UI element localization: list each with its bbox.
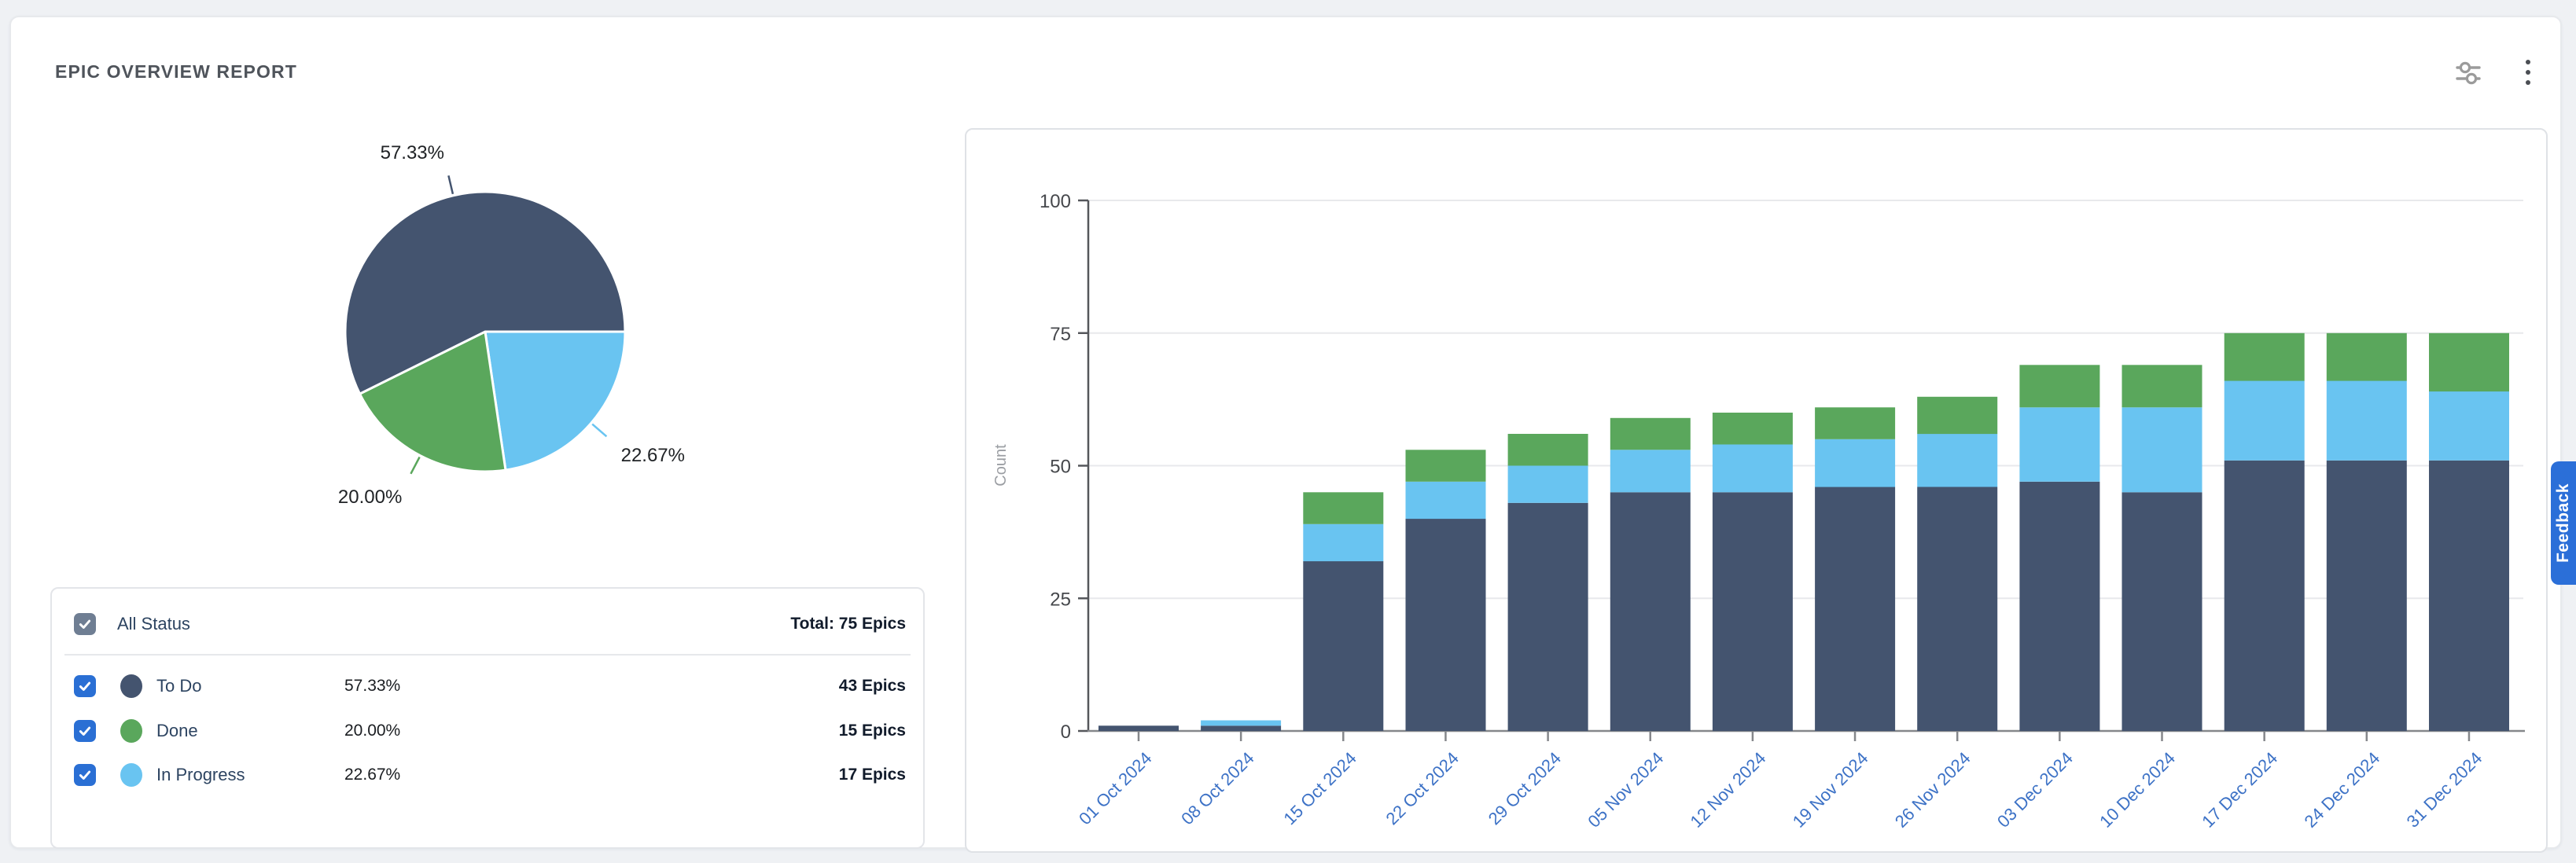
bar-segment[interactable] (2429, 391, 2509, 461)
pie-percent-label: 20.00% (338, 487, 402, 508)
x-tick-label: 29 Oct 2024 (1485, 748, 1565, 828)
y-tick-label: 75 (1050, 324, 1071, 345)
bar-segment[interactable] (1201, 725, 1281, 731)
y-axis-title: Count (992, 444, 1010, 487)
y-tick-label: 100 (1040, 191, 1071, 212)
x-tick-label: 26 Nov 2024 (1891, 748, 1974, 832)
in-progress-count: 17 Epics (839, 766, 906, 784)
bar-segment[interactable] (1917, 434, 1997, 487)
x-tick-label: 12 Nov 2024 (1687, 748, 1770, 832)
pie-slice[interactable] (485, 332, 625, 470)
x-tick-label: 01 Oct 2024 (1075, 748, 1155, 828)
bar-segment[interactable] (1610, 492, 1691, 731)
x-tick-label: 15 Oct 2024 (1279, 748, 1360, 828)
bar-segment[interactable] (1610, 450, 1691, 492)
bar-segment[interactable] (1303, 524, 1383, 561)
bar-segment[interactable] (1610, 418, 1691, 450)
bar-segment[interactable] (1713, 413, 1793, 445)
to-do-count: 43 Epics (839, 677, 906, 696)
total-epics-label: Total: 75 Epics (790, 615, 906, 633)
page-title: EPIC OVERVIEW REPORT (55, 61, 297, 83)
bar-segment[interactable] (2122, 492, 2202, 731)
y-tick-label: 0 (1061, 722, 1071, 743)
feedback-label: Feedback (2554, 483, 2573, 563)
bar-segment[interactable] (2429, 333, 2509, 391)
bar-segment[interactable] (1406, 450, 1486, 482)
filter-settings-icon[interactable] (2455, 57, 2482, 88)
bar-segment[interactable] (2225, 461, 2305, 731)
y-tick-label: 25 (1050, 589, 1071, 610)
to-do-percent: 57.33% (344, 677, 400, 696)
bar-segment[interactable] (1303, 561, 1383, 731)
report-toolbar (2455, 57, 2541, 88)
bar-segment[interactable] (1917, 487, 1997, 732)
bar-segment[interactable] (2327, 333, 2407, 381)
bar-segment[interactable] (2122, 365, 2202, 407)
bar-segment[interactable] (1406, 482, 1486, 519)
done-label: Done (156, 721, 198, 741)
done-count: 15 Epics (839, 722, 906, 740)
x-tick-label: 19 Nov 2024 (1789, 748, 1872, 832)
bar-segment[interactable] (2019, 407, 2099, 482)
done-color-swatch (120, 719, 142, 743)
in-progress-checkbox[interactable] (74, 764, 96, 786)
feedback-button[interactable]: Feedback (2551, 461, 2576, 585)
bar-segment[interactable] (1508, 466, 1588, 503)
bar-segment[interactable] (1406, 519, 1486, 731)
legend-row-done: Done 20.00% 15 Epics (52, 713, 923, 749)
to-do-label: To Do (156, 676, 201, 696)
done-percent: 20.00% (344, 722, 400, 740)
bar-segment[interactable] (2429, 461, 2509, 731)
pie-label-leader (448, 175, 453, 193)
x-tick-label: 17 Dec 2024 (2198, 748, 2281, 832)
bar-segment[interactable] (2327, 381, 2407, 461)
bar-segment[interactable] (1815, 439, 1895, 487)
bar-segment[interactable] (1303, 492, 1383, 524)
bar-segment[interactable] (2225, 333, 2305, 381)
legend-row-all-status: All Status Total: 75 Epics (52, 606, 923, 642)
pie-percent-label: 57.33% (381, 142, 444, 163)
done-checkbox[interactable] (74, 720, 96, 742)
bar-segment[interactable] (2225, 381, 2305, 461)
bar-segment[interactable] (2019, 365, 2099, 407)
x-tick-label: 10 Dec 2024 (2096, 748, 2179, 832)
x-tick-label: 24 Dec 2024 (2300, 748, 2383, 832)
legend-divider (64, 654, 911, 656)
in-progress-percent: 22.67% (344, 766, 400, 784)
in-progress-label: In Progress (156, 765, 245, 785)
bar-segment[interactable] (1713, 445, 1793, 493)
report-card: EPIC OVERVIEW REPORT 22.67% 20.00% 57.33% (9, 16, 2562, 849)
all-status-checkbox[interactable] (74, 613, 96, 635)
more-options-icon[interactable] (2515, 57, 2541, 88)
bar-segment[interactable] (2019, 482, 2099, 731)
in-progress-color-swatch (120, 763, 142, 787)
x-tick-label: 31 Dec 2024 (2403, 748, 2486, 832)
x-tick-label: 22 Oct 2024 (1382, 748, 1463, 828)
pie-label-leader (410, 457, 419, 474)
legend-row-in-progress: In Progress 22.67% 17 Epics (52, 757, 923, 793)
pie-label-leader (592, 424, 606, 437)
y-tick-label: 50 (1050, 457, 1071, 478)
bar-segment[interactable] (1508, 434, 1588, 466)
x-tick-label: 08 Oct 2024 (1177, 748, 1257, 828)
pie-percent-label: 22.67% (621, 445, 685, 466)
bar-segment[interactable] (1098, 725, 1179, 731)
to-do-checkbox[interactable] (74, 675, 96, 697)
bar-segment[interactable] (1815, 407, 1895, 439)
epic-status-pie-chart[interactable]: 22.67% 20.00% 57.33% (310, 119, 750, 512)
bar-segment[interactable] (2327, 461, 2407, 731)
bar-segment[interactable] (1917, 397, 1997, 434)
bar-segment[interactable] (1201, 721, 1281, 726)
x-tick-label: 05 Nov 2024 (1584, 748, 1667, 832)
bar-segment[interactable] (1713, 492, 1793, 731)
bar-segment[interactable] (1815, 487, 1895, 732)
all-status-label: All Status (117, 614, 190, 634)
legend-row-to-do: To Do 57.33% 43 Epics (52, 668, 923, 704)
to-do-color-swatch (120, 674, 142, 698)
x-tick-label: 03 Dec 2024 (1993, 748, 2077, 832)
bar-segment[interactable] (1508, 503, 1588, 731)
status-legend-panel: All Status Total: 75 Epics To Do 57.33% … (50, 587, 925, 849)
bar-segment[interactable] (2122, 407, 2202, 492)
epic-trend-bar-chart[interactable]: 0 25 50 75 100 Count 01 Oct 2024 08 Oct 2024 15 … (965, 128, 2548, 853)
